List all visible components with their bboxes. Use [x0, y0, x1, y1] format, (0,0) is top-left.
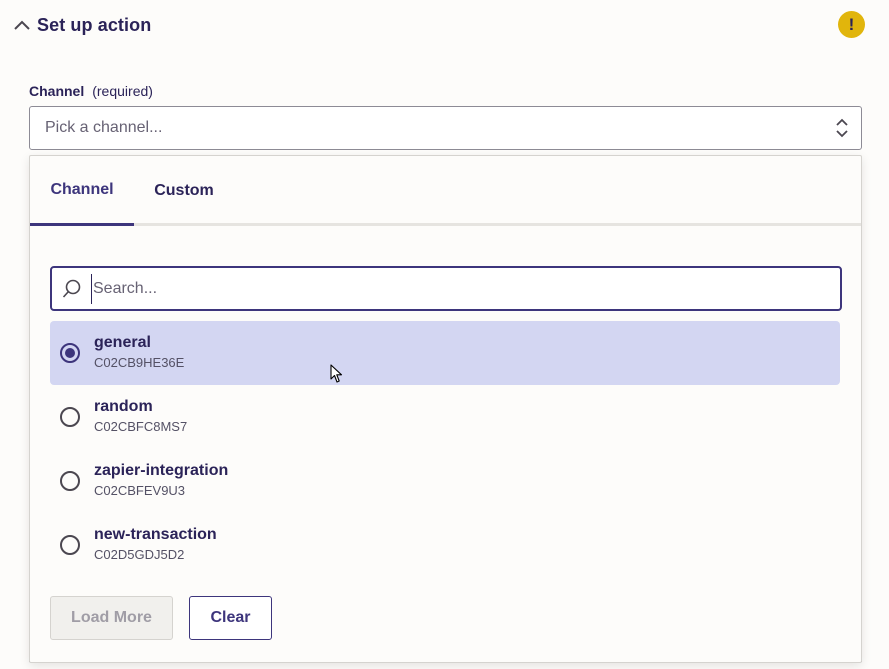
mouse-cursor-icon	[330, 364, 343, 383]
option-name: zapier-integration	[94, 461, 229, 479]
load-more-button[interactable]: Load More	[50, 596, 173, 640]
channel-option-new-transaction[interactable]: new-transaction C02D5GDJ5D2	[50, 513, 840, 577]
tab-channel[interactable]: Channel	[30, 156, 134, 226]
option-text: zapier-integration C02CBFEV9U3	[94, 461, 228, 500]
field-label-text: Channel	[29, 83, 85, 99]
option-text: new-transaction C02D5GDJ5D2	[94, 525, 217, 564]
section-title: Set up action	[37, 14, 152, 35]
chevron-up-icon[interactable]	[12, 15, 32, 35]
search-icon	[62, 279, 81, 298]
up-down-chevron-icon	[836, 118, 848, 138]
radio-button-selected[interactable]	[60, 343, 80, 363]
channel-dropdown-panel: Channel Custom general C02CB9HE36E rando…	[29, 155, 862, 663]
tab-custom[interactable]: Custom	[134, 156, 234, 226]
channel-option-zapier-integration[interactable]: zapier-integration C02CBFEV9U3	[50, 449, 840, 513]
channel-select-placeholder: Pick a channel...	[45, 119, 163, 136]
radio-dot	[65, 348, 75, 358]
search-input[interactable]	[91, 273, 831, 304]
option-name: new-transaction	[94, 525, 217, 543]
option-id: C02CB9HE36E	[94, 354, 185, 370]
option-text: general C02CB9HE36E	[94, 333, 184, 372]
search-box[interactable]	[50, 266, 842, 311]
warning-icon: !	[838, 11, 865, 38]
section-header[interactable]: Set up action !	[12, 10, 872, 40]
channel-field-label: Channel (required)	[29, 83, 153, 99]
dropdown-tabs: Channel Custom	[30, 156, 861, 226]
radio-button[interactable]	[60, 407, 80, 427]
required-indicator: (required)	[92, 83, 153, 99]
channel-option-random[interactable]: random C02CBFC8MS7	[50, 385, 840, 449]
option-id: C02D5GDJ5D2	[94, 546, 185, 562]
option-name: general	[94, 333, 151, 351]
channel-option-general[interactable]: general C02CB9HE36E	[50, 321, 840, 385]
option-id: C02CBFC8MS7	[94, 418, 188, 434]
option-id: C02CBFEV9U3	[94, 482, 186, 498]
option-text: random C02CBFC8MS7	[94, 397, 187, 436]
channel-select[interactable]: Pick a channel...	[29, 106, 862, 150]
radio-button[interactable]	[60, 471, 80, 491]
option-name: random	[94, 397, 153, 415]
radio-button[interactable]	[60, 535, 80, 555]
clear-button[interactable]: Clear	[189, 596, 272, 640]
